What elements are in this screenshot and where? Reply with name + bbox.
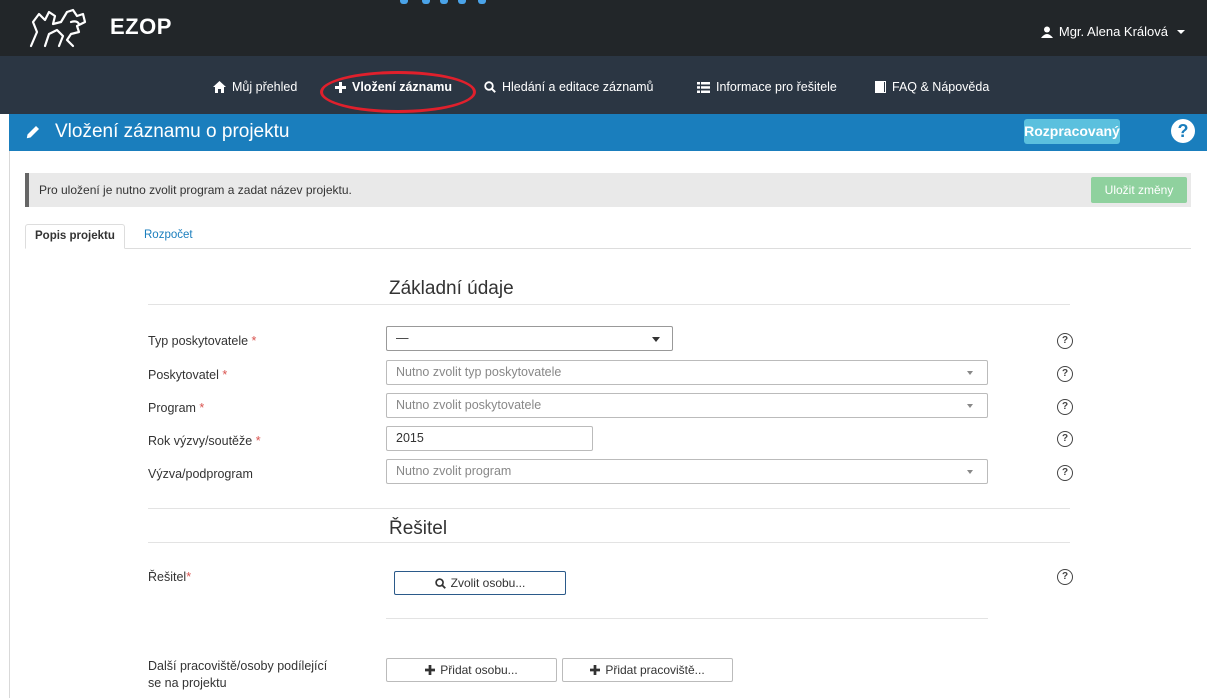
help-icon[interactable]: ? bbox=[1057, 431, 1073, 447]
alert-text: Pro uložení je nutno zvolit program a za… bbox=[39, 183, 352, 197]
provider-select[interactable]: Nutno zvolit typ poskytovatele bbox=[386, 360, 988, 385]
divider bbox=[148, 304, 1070, 305]
help-icon[interactable]: ? bbox=[1057, 465, 1073, 481]
plus-icon bbox=[590, 665, 601, 675]
add-workplace-button[interactable]: Přidat pracoviště... bbox=[562, 658, 733, 682]
highlight-ellipse bbox=[320, 71, 476, 113]
user-icon bbox=[1040, 26, 1053, 38]
chevron-down-icon bbox=[1177, 29, 1185, 34]
button-label: Zvolit osobu... bbox=[450, 576, 526, 590]
info-alert: Pro uložení je nutno zvolit program a za… bbox=[25, 173, 1191, 207]
nav-item-label: FAQ & Nápověda bbox=[892, 80, 990, 94]
user-menu[interactable]: Mgr. Alena Králová bbox=[1040, 24, 1185, 39]
help-icon[interactable]: ? bbox=[1057, 333, 1073, 349]
chevron-down-icon bbox=[967, 404, 973, 408]
tab-budget[interactable]: Rozpočet bbox=[135, 224, 202, 249]
save-changes-button[interactable]: Uložit změny bbox=[1091, 177, 1187, 203]
call-year-input[interactable]: 2015 bbox=[386, 426, 593, 451]
divider bbox=[148, 508, 1070, 509]
list-icon bbox=[697, 81, 710, 93]
app-brand[interactable]: EZOP bbox=[110, 14, 172, 40]
field-label-subprogram: Výzva/podprogram bbox=[148, 467, 253, 481]
nav-item-solver-info[interactable]: Informace pro řešitele bbox=[697, 80, 837, 94]
page-title: Vložení záznamu o projektu bbox=[55, 121, 290, 142]
button-label: Přidat osobu... bbox=[440, 663, 518, 677]
help-icon[interactable]: ? bbox=[1171, 119, 1195, 143]
status-badge: Rozpracovaný bbox=[1024, 119, 1120, 144]
field-label-provider: Poskytovatel * bbox=[148, 368, 228, 382]
subprogram-select[interactable]: Nutno zvolit program bbox=[386, 459, 988, 484]
search-icon bbox=[484, 81, 496, 93]
nav-item-dashboard[interactable]: Můj přehled bbox=[213, 80, 297, 94]
button-label: Přidat pracoviště... bbox=[605, 663, 705, 677]
help-icon[interactable]: ? bbox=[1057, 366, 1073, 382]
lion-logo-icon[interactable] bbox=[27, 6, 89, 50]
chevron-down-icon bbox=[967, 470, 973, 474]
content-border bbox=[9, 151, 10, 698]
help-icon[interactable]: ? bbox=[1057, 399, 1073, 415]
nav-item-faq-help[interactable]: FAQ & Nápověda bbox=[875, 80, 989, 94]
book-icon bbox=[875, 81, 886, 93]
field-label-provider-type: Typ poskytovatele * bbox=[148, 334, 257, 348]
provider-type-select[interactable]: — bbox=[386, 326, 673, 351]
select-value: — bbox=[396, 331, 409, 345]
chevron-down-icon bbox=[967, 371, 973, 375]
top-bar: EZOP Mgr. Alena Králová bbox=[0, 0, 1207, 56]
search-icon bbox=[434, 577, 446, 589]
divider bbox=[148, 542, 1070, 543]
nav-item-label: Můj přehled bbox=[232, 80, 298, 94]
section-heading-solver: Řešitel bbox=[389, 518, 448, 539]
nav-item-label: Hledání a editace záznamů bbox=[502, 80, 654, 94]
field-label-call-year: Rok výzvy/soutěže * bbox=[148, 434, 261, 448]
nav-item-search-edit[interactable]: Hledání a editace záznamů bbox=[484, 80, 653, 94]
nav-item-label: Informace pro řešitele bbox=[716, 80, 837, 94]
main-nav: Můj přehled Vložení záznamu Hledání a ed… bbox=[0, 56, 1207, 114]
select-placeholder: Nutno zvolit typ poskytovatele bbox=[396, 365, 562, 379]
pencil-icon bbox=[26, 126, 39, 139]
section-heading-basic: Základní údaje bbox=[389, 278, 514, 299]
divider bbox=[386, 618, 988, 619]
program-select[interactable]: Nutno zvolit poskytovatele bbox=[386, 393, 988, 418]
home-icon bbox=[213, 81, 226, 93]
field-label-other-workplaces: Další pracoviště/osoby podílející se na … bbox=[148, 659, 328, 690]
clipped-text-fragment bbox=[370, 0, 500, 6]
user-name: Mgr. Alena Králová bbox=[1058, 24, 1168, 39]
choose-person-button[interactable]: Zvolit osobu... bbox=[394, 571, 566, 595]
chevron-down-icon bbox=[652, 337, 660, 342]
help-icon[interactable]: ? bbox=[1057, 569, 1073, 585]
field-label-program: Program * bbox=[148, 401, 205, 415]
select-placeholder: Nutno zvolit program bbox=[396, 464, 512, 478]
tab-project-description[interactable]: Popis projektu bbox=[25, 224, 125, 249]
tab-bar: Popis projektu Rozpočet bbox=[25, 224, 1191, 249]
page-header: Vložení záznamu o projektu Rozpracovaný … bbox=[9, 114, 1207, 151]
plus-icon bbox=[425, 665, 436, 675]
field-label-solver: Řešitel* bbox=[148, 570, 192, 584]
add-person-button[interactable]: Přidat osobu... bbox=[386, 658, 557, 682]
select-placeholder: Nutno zvolit poskytovatele bbox=[396, 398, 542, 412]
